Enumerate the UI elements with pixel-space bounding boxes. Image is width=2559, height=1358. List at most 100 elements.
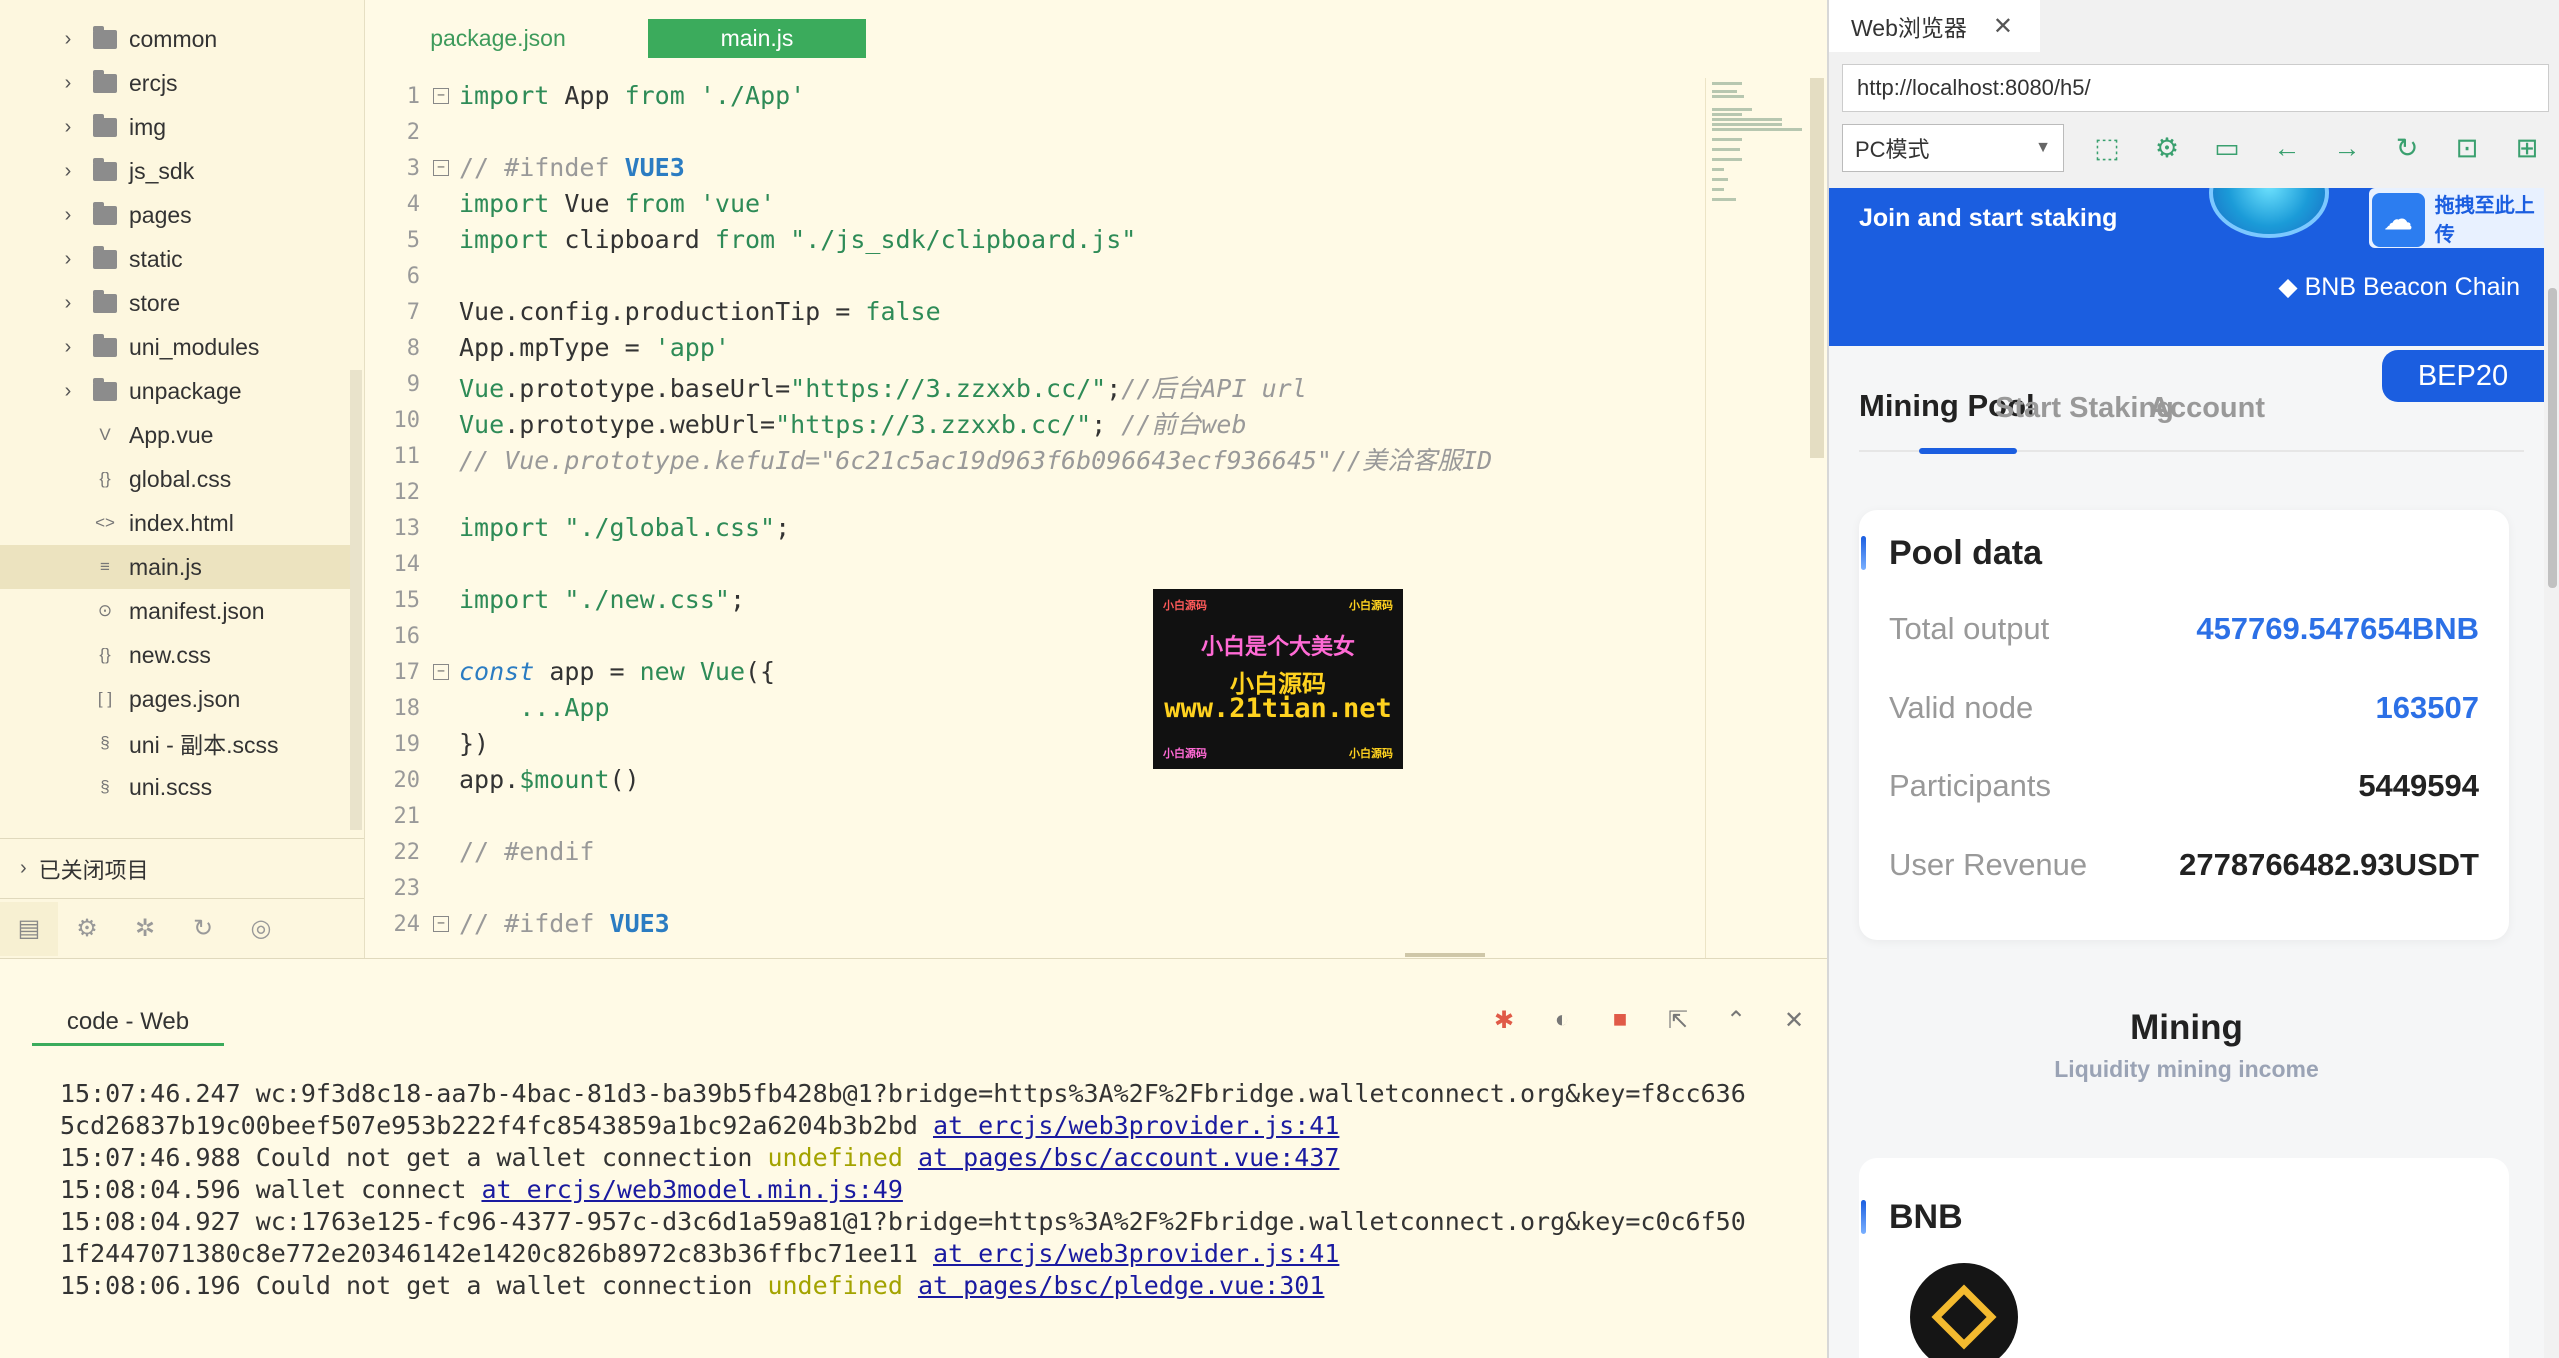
mode-select[interactable]: PC模式 ▼ bbox=[1842, 124, 2064, 172]
code-line: 14 bbox=[393, 552, 421, 577]
back-arrow-icon[interactable]: ← bbox=[2257, 133, 2317, 164]
source-link[interactable]: at ercjs/web3provider.js:41 bbox=[933, 1239, 1339, 1268]
join-staking-text: Join and start staking bbox=[1859, 204, 2118, 232]
minimap[interactable] bbox=[1705, 78, 1810, 958]
code-line: 10 Vue.prototype.webUrl="https://3.zzxxb.… bbox=[393, 408, 1247, 439]
chevron-right-icon[interactable]: › bbox=[60, 28, 76, 51]
tree-item-label: new.css bbox=[129, 641, 211, 668]
clear-icon[interactable]: ✕ bbox=[1765, 1006, 1823, 1035]
tree-item[interactable]: › static bbox=[0, 237, 350, 281]
bnb-title: BNB bbox=[1889, 1198, 1963, 1236]
console-line: 15:08:04.596 wallet connect at ercjs/web… bbox=[60, 1175, 903, 1204]
chevron-up-icon[interactable]: ⌃ bbox=[1707, 1006, 1765, 1035]
tab-account[interactable]: Account bbox=[2149, 392, 2265, 425]
source-link[interactable]: at pages/bsc/pledge.vue:301 bbox=[918, 1271, 1324, 1300]
url-input[interactable]: http://localhost:8080/h5/ bbox=[1842, 64, 2549, 112]
tree-item[interactable]: § uni.scss bbox=[0, 765, 350, 809]
tree-item[interactable]: › unpackage bbox=[0, 369, 350, 413]
chevron-right-icon[interactable]: › bbox=[60, 336, 76, 359]
settings-icon[interactable]: ⚙ bbox=[2137, 133, 2197, 164]
fold-icon[interactable]: − bbox=[433, 88, 449, 104]
refresh-icon[interactable]: ↻ bbox=[2377, 133, 2437, 164]
code-line: 2 bbox=[406, 120, 420, 145]
tab-main-js[interactable]: main.js bbox=[648, 19, 866, 58]
editor-hscroll-grip[interactable] bbox=[1405, 953, 1485, 957]
folder-icon bbox=[92, 69, 118, 94]
tree-item[interactable]: › js_sdk bbox=[0, 149, 350, 193]
source-link[interactable]: at pages/bsc/account.vue:437 bbox=[918, 1143, 1339, 1172]
tree-item[interactable]: ⊙ manifest.json bbox=[0, 589, 350, 633]
globe-icon[interactable]: ◎ bbox=[232, 902, 290, 956]
tree-item-label: uni.scss bbox=[129, 773, 213, 800]
tree-item[interactable]: [ ] pages.json bbox=[0, 677, 350, 721]
tab-start-staking[interactable]: Start Staking bbox=[1995, 392, 2174, 425]
tree-item[interactable]: V App.vue bbox=[0, 413, 350, 457]
closed-projects-item[interactable]: › 已关闭项目 bbox=[0, 838, 364, 898]
fold-icon[interactable]: − bbox=[433, 664, 449, 680]
restart-icon[interactable]: ◐ bbox=[1533, 1006, 1591, 1034]
mining-title: Mining bbox=[2130, 1008, 2243, 1047]
tree-item[interactable]: {} global.css bbox=[0, 457, 350, 501]
tree-item[interactable]: › ercjs bbox=[0, 61, 350, 105]
tree-item[interactable]: › common bbox=[0, 17, 350, 61]
folder-icon bbox=[92, 201, 118, 226]
chevron-right-icon[interactable]: › bbox=[60, 248, 76, 271]
debug-icon[interactable]: ✲ bbox=[116, 902, 174, 956]
grid-icon[interactable]: ⊞ bbox=[2497, 133, 2557, 164]
forward-arrow-icon[interactable]: → bbox=[2317, 133, 2377, 164]
chevron-right-icon[interactable]: › bbox=[60, 292, 76, 315]
console-line: 1f2447071380c8e772e20346142e1420c826b897… bbox=[60, 1239, 1340, 1268]
section-accent bbox=[1861, 536, 1866, 570]
tree-item[interactable]: › store bbox=[0, 281, 350, 325]
tree-item-label: manifest.json bbox=[129, 597, 265, 624]
run-icon[interactable]: ⚙ bbox=[58, 902, 116, 956]
console-tab[interactable]: code - Web bbox=[32, 1000, 224, 1046]
tree-item[interactable]: {} new.css bbox=[0, 633, 350, 677]
source-link[interactable]: at ercjs/web3provider.js:41 bbox=[933, 1111, 1339, 1140]
code-line: 7 Vue.config.productionTip = false bbox=[406, 297, 941, 326]
chevron-right-icon[interactable]: › bbox=[60, 204, 76, 227]
editor-scrollbar[interactable] bbox=[1810, 78, 1824, 458]
sidebar-scrollbar[interactable] bbox=[350, 370, 362, 830]
tree-item[interactable]: › img bbox=[0, 105, 350, 149]
terminal-icon[interactable]: ▭ bbox=[2197, 133, 2257, 164]
vue-file-icon: V bbox=[99, 425, 111, 444]
code-line: 5 import clipboard from "./js_sdk/clipboa… bbox=[406, 225, 1137, 254]
chevron-right-icon[interactable]: › bbox=[60, 380, 76, 403]
tree-item[interactable]: § uni - 副本.scss bbox=[0, 721, 350, 765]
close-icon[interactable]: ✕ bbox=[1993, 12, 2013, 41]
folder-icon bbox=[92, 289, 118, 314]
chevron-right-icon[interactable]: › bbox=[60, 160, 76, 183]
tree-item[interactable]: ≡ main.js bbox=[0, 545, 350, 589]
browser-tab[interactable]: Web浏览器 ✕ bbox=[1829, 0, 2040, 52]
stat-row: User Revenue 2778766482.93USDT bbox=[1889, 847, 2479, 882]
folder-icon[interactable]: ▤ bbox=[0, 901, 58, 956]
code-line: 24−// #ifdef VUE3 bbox=[393, 909, 670, 938]
screenshot-icon[interactable]: ⬚ bbox=[2077, 133, 2137, 164]
console-output: 15:07:46.247 wc:9f3d8c18-aa7b-4bac-81d3-… bbox=[60, 1078, 1800, 1302]
source-link[interactable]: at ercjs/web3model.min.js:49 bbox=[481, 1175, 902, 1204]
tree-item[interactable]: › uni_modules bbox=[0, 325, 350, 369]
pool-data-title: Pool data bbox=[1889, 534, 2043, 572]
tab-package-json[interactable]: package.json bbox=[393, 19, 603, 58]
code-line: 22// #endif bbox=[393, 837, 595, 866]
export-icon[interactable]: ⇱ bbox=[1649, 1006, 1707, 1035]
unlock-icon[interactable]: ⊡ bbox=[2437, 133, 2497, 164]
tree-item-label: App.vue bbox=[129, 421, 214, 448]
chevron-right-icon[interactable]: › bbox=[60, 72, 76, 95]
tree-item[interactable]: › pages bbox=[0, 193, 350, 237]
closed-projects-label: 已关闭项目 bbox=[38, 857, 149, 883]
bug-icon[interactable]: ✱ bbox=[1475, 1006, 1533, 1035]
pool-data-card: Pool data Total output 457769.547654BNB V… bbox=[1859, 510, 2509, 940]
drag-upload-hint[interactable]: ☁ 拖拽至此上传 bbox=[2369, 188, 2544, 248]
chevron-right-icon[interactable]: › bbox=[60, 116, 76, 139]
stop-icon[interactable]: ■ bbox=[1591, 1006, 1649, 1034]
fold-icon[interactable]: − bbox=[433, 160, 449, 176]
fold-icon[interactable]: − bbox=[433, 916, 449, 932]
git-icon[interactable]: ↻ bbox=[174, 902, 232, 956]
manifest-file-icon: ⊙ bbox=[97, 601, 113, 620]
code-area[interactable]: 1− import App from './App' 2 3−// #ifndef… bbox=[365, 78, 1705, 958]
js-file-icon: ≡ bbox=[100, 557, 110, 576]
tree-item[interactable]: <> index.html bbox=[0, 501, 350, 545]
browser-scrollbar[interactable] bbox=[2544, 188, 2559, 1358]
